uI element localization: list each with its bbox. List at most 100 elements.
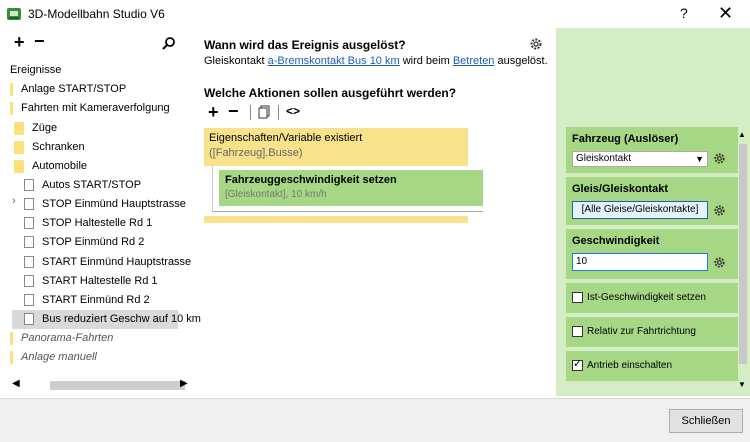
trigger-contact-link[interactable]: a-Bremskontakt Bus 10 km [268,55,400,67]
help-button[interactable]: ? [680,5,688,21]
search-icon[interactable] [162,36,176,53]
trigger-text: Gleiskontakt [204,55,268,67]
toolbar-divider [278,105,279,120]
window-title: 3D-Modellbahn Studio V6 [28,7,165,21]
tree-item-stop-einmuend-hauptstrasse[interactable]: STOP Einmünd Hauptstrasse [24,195,186,214]
checkbox-label: Antrieb einschalten [587,360,673,372]
document-icon [24,313,34,326]
folder-icon [10,82,13,96]
copy-icon[interactable] [258,105,270,122]
tree-item-fahrten[interactable]: Fahrten mit Kameraverfolgung [10,99,170,118]
tree-item-label: Bus reduziert Geschw auf 10 km [42,313,201,325]
actions-heading: Welche Aktionen sollen ausgeführt werden… [204,86,457,100]
tree-item-panorama-fahrten[interactable]: Panorama-Fahrten [10,329,113,348]
track-property: Gleis/Gleiskontakt [Alle Gleise/Gleiskon… [566,177,738,225]
tree-item-label: Züge [32,122,58,134]
tree-item-anlage-manuell[interactable]: Anlage manuell [10,348,97,367]
folder-icon [14,159,24,173]
relative-direction-checkbox-row[interactable]: Relativ zur Fahrtrichtung [572,326,696,337]
tree-item-label: Anlage START/STOP [21,83,127,95]
vehicle-property: Fahrzeug (Auslöser) Gleiskontakt ▼ [566,127,738,173]
tree-item-label: Ereignisse [10,64,62,76]
trigger-mode-link[interactable]: Betreten [453,55,495,67]
chevron-down-icon: ▼ [695,154,704,164]
tree-item-autos-start-stop[interactable]: Autos START/STOP [24,176,141,195]
tree-item-label: START Einmünd Hauptstrasse [42,256,192,268]
document-icon [24,256,34,269]
document-icon [24,294,34,307]
vehicle-label: Fahrzeug (Auslöser) [572,133,679,145]
speed-gear-icon[interactable] [713,256,726,272]
relative-direction-checkbox[interactable] [572,326,583,337]
tree-item-start-einmuend-hauptstrasse[interactable]: START Einmünd Hauptstrasse [24,253,191,272]
chevron-right-icon[interactable]: › [12,195,16,207]
condition-block-end [204,216,468,223]
track-select-button[interactable]: [Alle Gleise/Gleiskontakte] [572,201,708,219]
tree-item-label: Automobile [32,160,88,172]
close-dialog-button[interactable]: Schließen [669,409,743,433]
vehicle-select-value: Gleiskontakt [576,153,632,164]
tree-item-start-haltestelle[interactable]: START Haltestelle Rd 1 [24,272,158,291]
action-subtitle: [Gleiskontakt], 10 km/h [225,189,327,200]
vehicle-gear-icon[interactable] [713,152,726,168]
trigger-settings-gear-icon[interactable] [529,37,543,54]
add-event-button[interactable]: + [14,32,25,53]
tree-toolbar: + − [14,31,184,55]
trigger-description: Gleiskontakt a-Bremskontakt Bus 10 km wi… [204,55,548,67]
tree-item-automobile[interactable]: Automobile [14,157,87,176]
tree-item-stop-einmuend-rd2[interactable]: STOP Einmünd Rd 2 [24,233,144,252]
folder-icon [10,101,13,115]
scroll-thumb[interactable] [50,381,185,390]
scroll-down-icon[interactable]: ▼ [738,380,746,389]
tree-item-label: START Haltestelle Rd 1 [42,275,158,287]
actual-speed-checkbox[interactable] [572,292,583,303]
nesting-line [212,166,213,212]
document-icon [24,236,34,249]
close-window-button[interactable]: ✕ [718,3,733,24]
trigger-text: wird beim [399,55,453,67]
toolbar-divider [250,105,251,120]
tree-item-schranken[interactable]: Schranken [14,138,85,157]
tree-horizontal-scrollbar[interactable]: ◀ ▶ [12,378,188,392]
add-action-button[interactable]: + [208,102,219,123]
drive-on-property: Antrieb einschalten [566,351,738,381]
tree-item-start-einmuend-rd2[interactable]: START Einmünd Rd 2 [24,291,150,310]
action-title: Fahrzeuggeschwindigkeit setzen [225,174,397,186]
action-block[interactable]: Fahrzeuggeschwindigkeit setzen [Gleiskon… [219,170,483,206]
drive-on-checkbox-row[interactable]: Antrieb einschalten [572,357,673,372]
scroll-left-icon[interactable]: ◀ [12,378,20,389]
tree-item-label: STOP Einmünd Hauptstrasse [42,198,186,210]
properties-vertical-scrollbar[interactable]: ▲ ▼ [738,130,748,392]
checkbox-label: Ist-Geschwindigkeit setzen [587,292,706,304]
scroll-up-icon[interactable]: ▲ [738,130,746,139]
code-view-button[interactable]: <> [286,104,300,118]
condition-block[interactable]: Eigenschaften/Variable existiert ([Fahrz… [204,128,468,166]
action-properties-panel: Fahrzeug (Auslöser) Gleiskontakt ▼ Gleis… [556,28,750,396]
tree-item-ereignisse[interactable]: Ereignisse [10,61,61,80]
scroll-thumb[interactable] [739,144,747,364]
trigger-heading: Wann wird das Ereignis ausgelöst? [204,38,406,52]
events-tree-panel: + − Ereignisse Anlage START/STOP Fahrten… [0,30,201,396]
remove-event-button[interactable]: − [34,31,45,52]
trigger-text: ausgelöst. [494,55,548,67]
dialog-footer: Schließen [0,398,750,442]
tree-item-stop-haltestelle[interactable]: STOP Haltestelle Rd 1 [24,214,152,233]
drive-on-checkbox[interactable] [572,357,583,371]
title-bar: 3D-Modellbahn Studio V6 ? ✕ [0,0,750,28]
document-icon [24,179,34,192]
tree-item-zuege[interactable]: Züge [14,119,57,138]
remove-action-button[interactable]: − [228,101,239,122]
scroll-right-icon[interactable]: ▶ [180,378,188,389]
speed-label: Geschwindigkeit [572,235,660,247]
actual-speed-checkbox-row[interactable]: Ist-Geschwindigkeit setzen [572,292,706,303]
tree-item-anlage-start-stop[interactable]: Anlage START/STOP [10,80,126,99]
checkbox-label: Relativ zur Fahrtrichtung [587,326,696,338]
speed-input[interactable]: 10 [572,253,708,271]
track-gear-icon[interactable] [713,204,726,220]
actual-speed-property: Ist-Geschwindigkeit setzen [566,283,738,313]
vehicle-select[interactable]: Gleiskontakt ▼ [572,151,708,167]
track-label: Gleis/Gleiskontakt [572,183,668,195]
tree-item-bus-reduziert[interactable]: Bus reduziert Geschw auf 10 km [12,310,201,329]
nesting-line [212,211,483,212]
event-editor: Wann wird das Ereignis ausgelöst? Gleisk… [195,30,553,396]
